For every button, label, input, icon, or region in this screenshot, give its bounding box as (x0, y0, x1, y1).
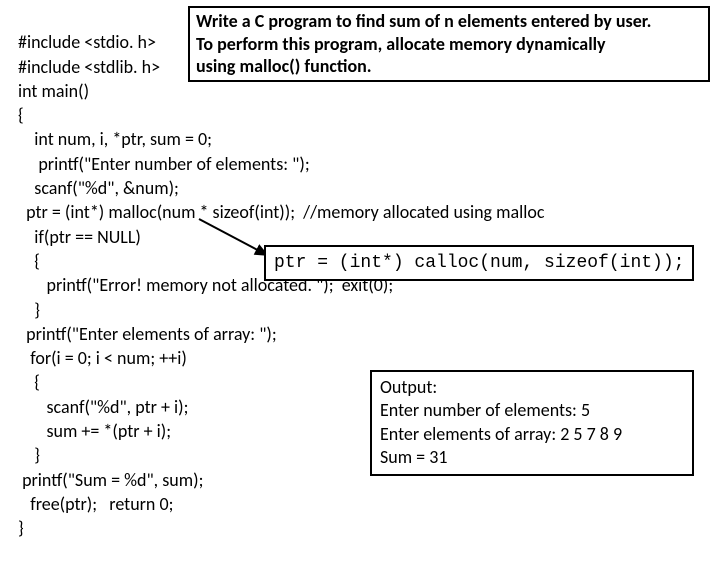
code-line: { (18, 371, 40, 393)
code-listing: #include <stdio. h> #include <stdlib. h>… (18, 6, 710, 565)
output-title: Output: (380, 376, 684, 399)
code-line: { (18, 250, 40, 272)
code-line: int main() (18, 80, 89, 102)
code-line: } (18, 299, 40, 321)
code-line: printf("Sum = %d", sum); (18, 469, 203, 491)
prompt-line: Write a C program to find sum of n eleme… (196, 10, 702, 33)
slide-page: #include <stdio. h> #include <stdlib. h>… (0, 0, 720, 571)
code-line: #include <stdlib. h> (18, 56, 160, 78)
output-line: Enter elements of array: 2 5 7 8 9 (380, 423, 684, 446)
calloc-code: ptr = (int*) calloc(num, sizeof(int)); (274, 253, 684, 273)
code-line: free(ptr); return 0; (18, 493, 173, 515)
prompt-line: using malloc() function. (196, 55, 702, 78)
code-line: for(i = 0; i < num; ++i) (18, 347, 187, 369)
prompt-line: To perform this program, allocate memory… (196, 33, 702, 56)
code-line: { (18, 104, 24, 126)
code-line: int num, i, *ptr, sum = 0; (18, 128, 212, 150)
code-line: scanf("%d", ptr + i); (18, 396, 188, 418)
code-line: printf("Enter number of elements: "); (18, 153, 310, 175)
code-line: if(ptr == NULL) (18, 226, 141, 248)
code-line: } (18, 517, 24, 539)
output-line: Sum = 31 (380, 446, 684, 469)
code-line: #include <stdio. h> (18, 31, 156, 53)
problem-statement-box: Write a C program to find sum of n eleme… (188, 6, 710, 82)
code-line: } (18, 444, 40, 466)
calloc-callout-box: ptr = (int*) calloc(num, sizeof(int)); (264, 245, 694, 281)
output-line: Enter number of elements: 5 (380, 399, 684, 422)
output-box: Output: Enter number of elements: 5 Ente… (370, 370, 694, 476)
code-line: sum += *(ptr + i); (18, 420, 171, 442)
code-line: printf("Enter elements of array: "); (18, 323, 277, 345)
code-line: scanf("%d", &num); (18, 177, 179, 199)
